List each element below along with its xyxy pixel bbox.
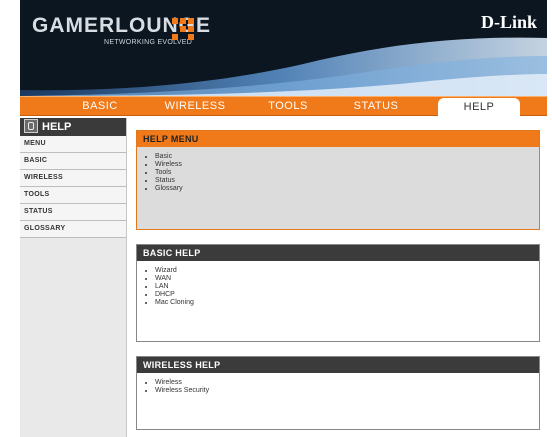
sidebar-item-menu[interactable]: MENU [20,136,126,153]
basic-help-title: BASIC HELP [137,245,539,261]
wireless-help-list: Wireless Wireless Security [155,379,539,395]
wireless-help-link-security[interactable]: Wireless Security [155,387,539,395]
help-book-icon [24,119,38,134]
sidebar-header: HELP [20,118,126,136]
wireless-help-panel: WIRELESS HELP Wireless Wireless Security [136,356,540,430]
basic-help-link-wan[interactable]: WAN [155,275,539,283]
help-content: HELP MENU Basic Wireless Tools Status Gl… [136,118,547,437]
sidebar-title: HELP [42,121,72,133]
help-menu-link-basic[interactable]: Basic [155,153,539,161]
wireless-help-link-wireless[interactable]: Wireless [155,379,539,387]
help-menu-link-glossary[interactable]: Glossary [155,185,539,193]
sidebar-item-tools[interactable]: TOOLS [20,187,126,204]
router-admin-frame: GAMERLOUNGE NETWORKING EVOLVED D-Link BA… [20,0,547,437]
main-tab-bar: BASIC WIRELESS TOOLS STATUS HELP [20,96,547,116]
help-menu-link-wireless[interactable]: Wireless [155,161,539,169]
basic-help-link-wizard[interactable]: Wizard [155,267,539,275]
sidebar-item-glossary[interactable]: GLOSSARY [20,221,126,238]
sidebar-item-basic[interactable]: BASIC [20,153,126,170]
help-menu-list: Basic Wireless Tools Status Glossary [155,153,539,193]
basic-help-panel: BASIC HELP Wizard WAN LAN DHCP Mac Cloni… [136,244,540,342]
dlink-brand-logo: D-Link [480,12,537,32]
tab-status[interactable]: STATUS [346,97,406,116]
basic-help-list: Wizard WAN LAN DHCP Mac Cloning [155,267,539,307]
basic-help-link-lan[interactable]: LAN [155,283,539,291]
help-menu-link-status[interactable]: Status [155,177,539,185]
logo-squares-icon [172,18,196,40]
tab-wireless[interactable]: WIRELESS [160,97,230,116]
tab-tools[interactable]: TOOLS [258,97,318,116]
help-menu-panel: HELP MENU Basic Wireless Tools Status Gl… [136,130,540,230]
basic-help-link-mac-cloning[interactable]: Mac Cloning [155,299,539,307]
help-menu-link-tools[interactable]: Tools [155,169,539,177]
sidebar-item-wireless[interactable]: WIRELESS [20,170,126,187]
sidebar-item-status[interactable]: STATUS [20,204,126,221]
gamerlounge-logo: GAMERLOUNGE NETWORKING EVOLVED [32,14,211,46]
tab-basic[interactable]: BASIC [70,97,130,116]
help-sidebar: HELP MENU BASIC WIRELESS TOOLS STATUS GL… [20,118,127,437]
logo-tagline: NETWORKING EVOLVED [104,39,193,46]
basic-help-link-dhcp[interactable]: DHCP [155,291,539,299]
tab-help[interactable]: HELP [438,98,520,116]
wireless-help-title: WIRELESS HELP [137,357,539,373]
header-banner: GAMERLOUNGE NETWORKING EVOLVED D-Link [20,0,547,96]
help-menu-title: HELP MENU [137,131,539,147]
